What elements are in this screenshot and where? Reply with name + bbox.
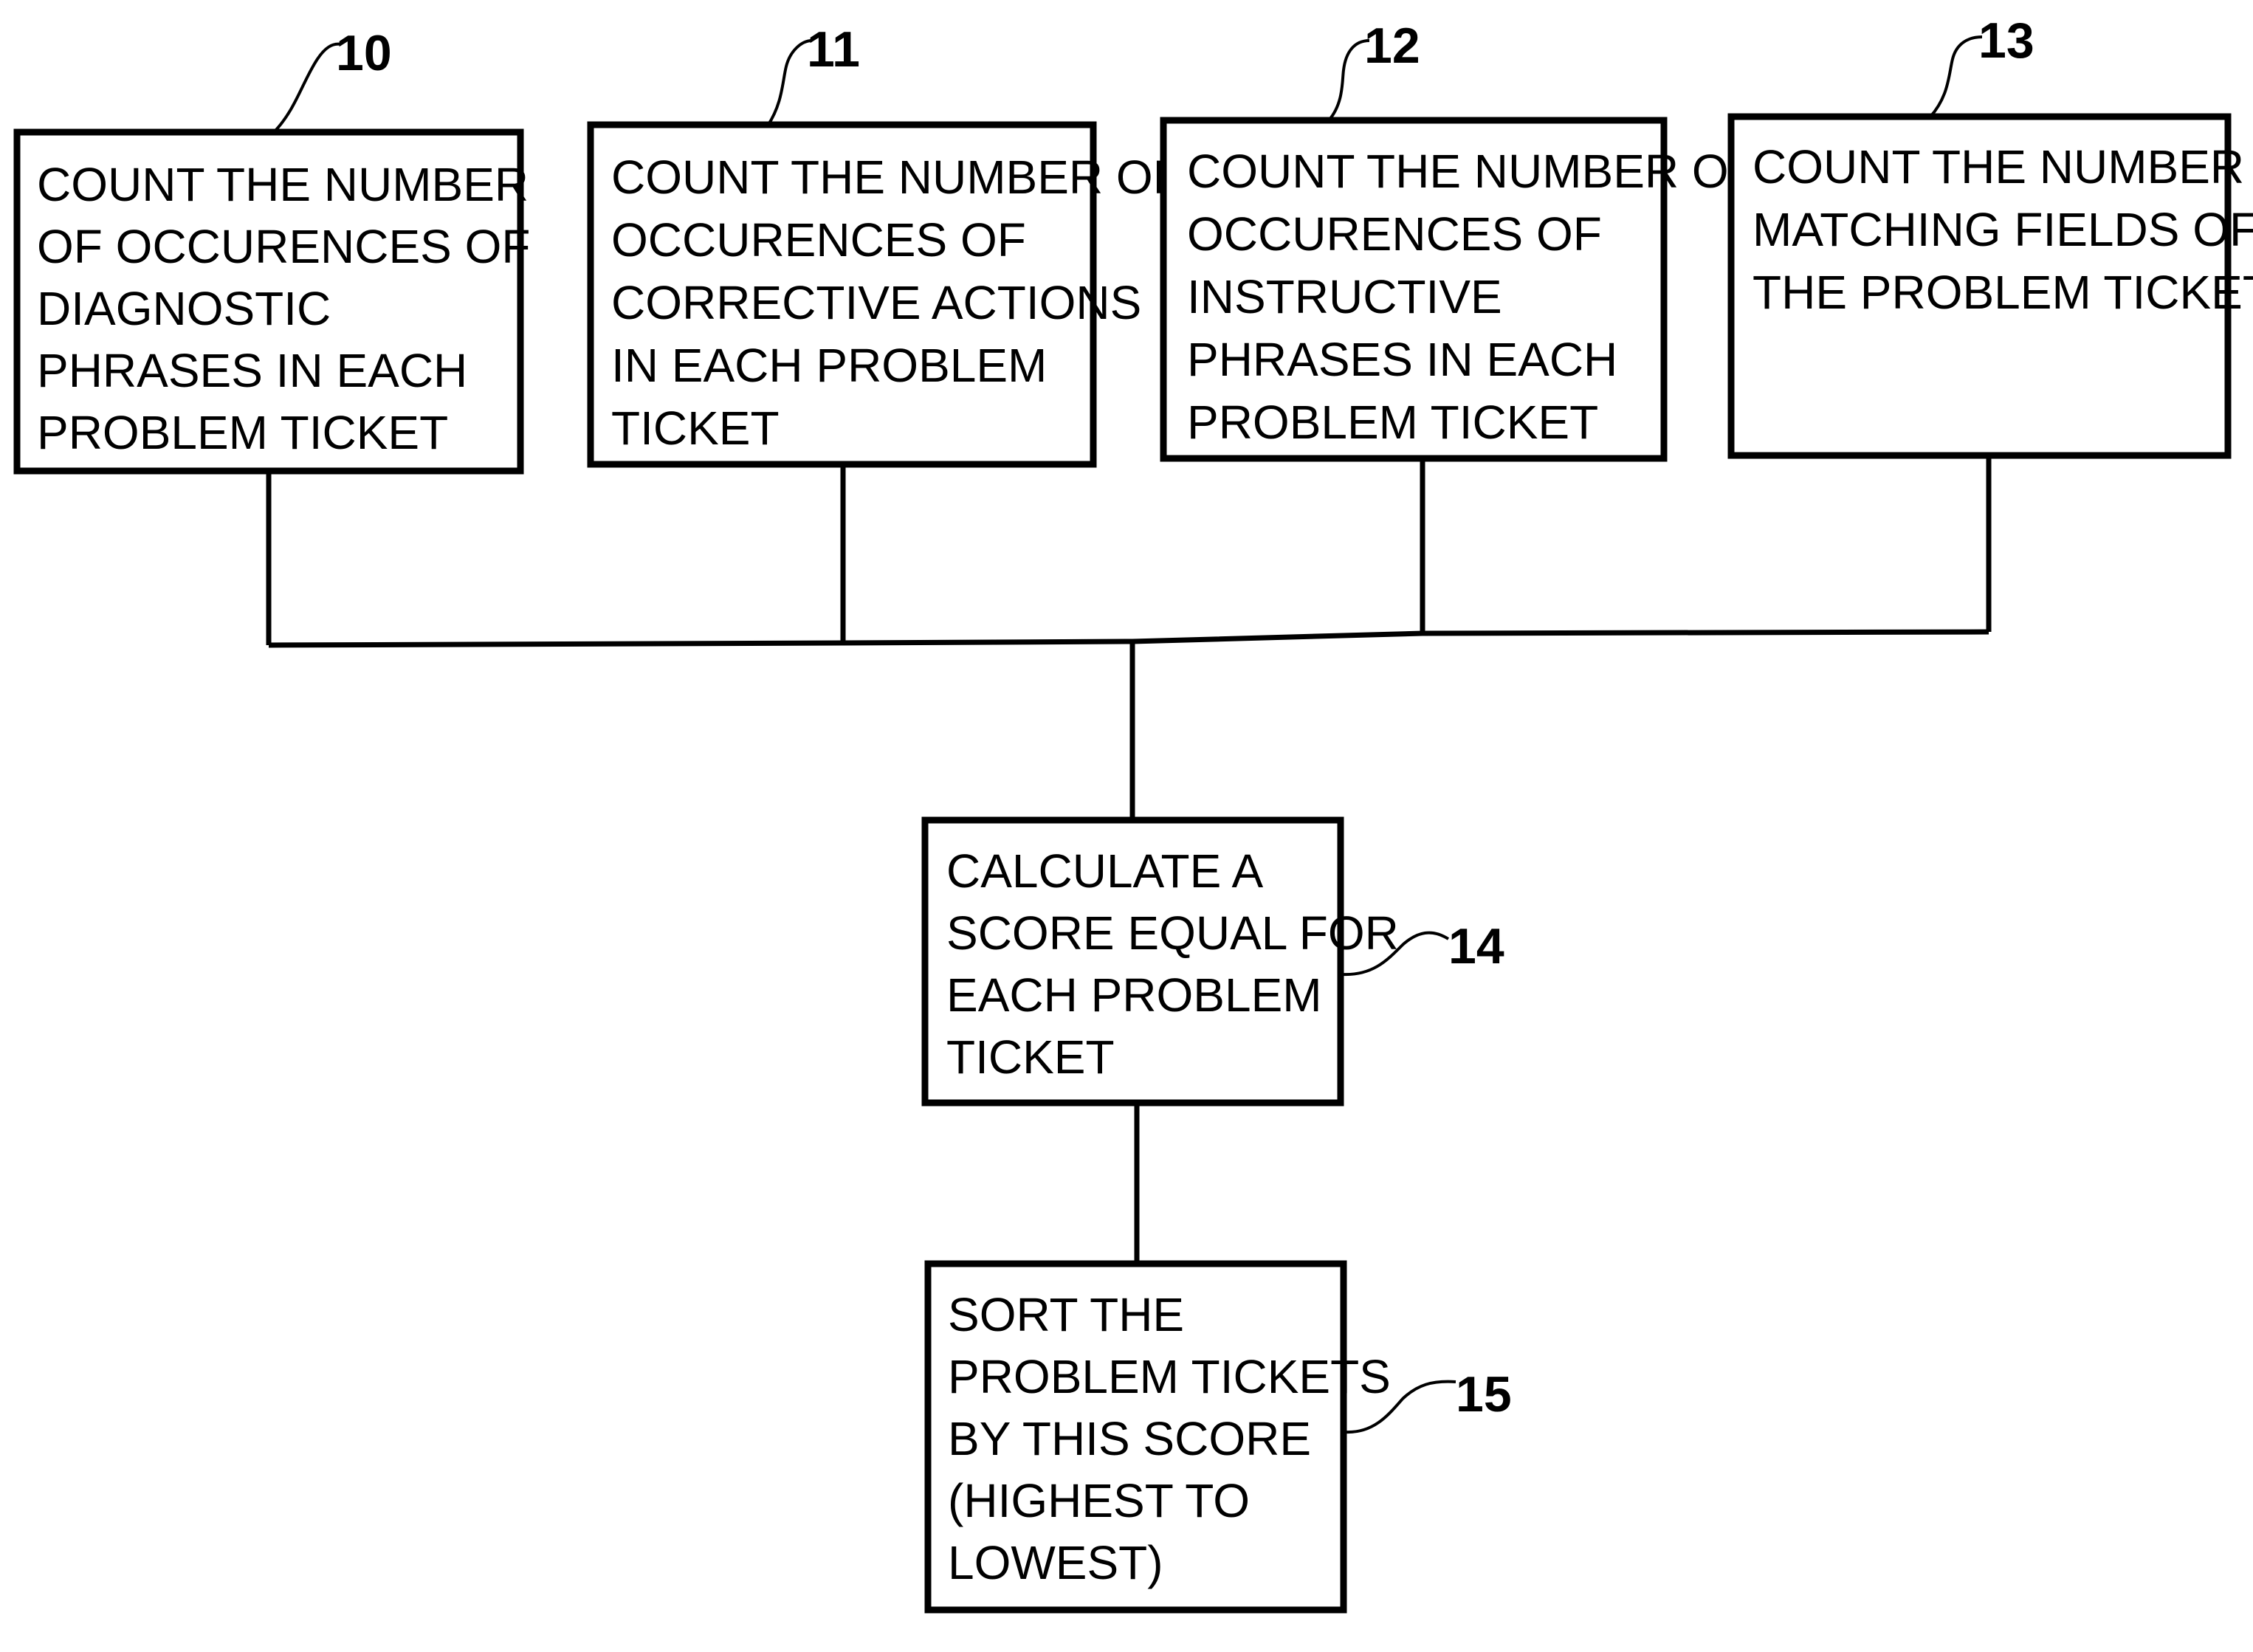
- ref-label-13: 13: [1978, 13, 2034, 69]
- process-box-14: CALCULATE A SCORE EQUAL FOR EACH PROBLEM…: [921, 816, 1399, 1107]
- box-12-line: COUNT THE NUMBER OF: [1187, 145, 1758, 198]
- ref-label-11: 11: [807, 21, 860, 78]
- process-box-11: COUNT THE NUMBER OF OCCURENCES OF CORREC…: [587, 121, 1182, 468]
- box-13-line: THE PROBLEM TICKET: [1752, 266, 2253, 319]
- box-10-line: COUNT THE NUMBER: [37, 158, 529, 211]
- box-11-line: CORRECTIVE ACTIONS: [611, 276, 1141, 329]
- leader-13: [1929, 35, 1983, 118]
- box-15-line: SORT THE: [948, 1288, 1184, 1341]
- box-15-line: LOWEST): [948, 1536, 1163, 1589]
- box-12-line: OCCURENCES OF: [1187, 207, 1602, 261]
- ref-label-15: 15: [1456, 1366, 1512, 1422]
- flowchart-diagram: COUNT THE NUMBER OF OCCURENCES OF DIAGNO…: [13, 13, 2253, 1614]
- process-box-15: SORT THE PROBLEM TICKETS BY THIS SCORE (…: [924, 1260, 1391, 1614]
- box-11-line: TICKET: [611, 402, 780, 455]
- box-15-line: BY THIS SCORE: [948, 1412, 1311, 1465]
- box-12-text: COUNT THE NUMBER OF OCCURENCES OF INSTRU…: [1187, 145, 1771, 449]
- box-15-line: (HIGHEST TO: [948, 1474, 1250, 1527]
- leader-10: [272, 42, 342, 134]
- box-15-line: PROBLEM TICKETS: [948, 1350, 1391, 1403]
- leader-12: [1327, 39, 1370, 122]
- box-14-line: SCORE EQUAL FOR: [946, 906, 1399, 960]
- box-11-line: COUNT THE NUMBER OF: [611, 151, 1182, 204]
- box-11-line: IN EACH PROBLEM: [611, 339, 1047, 392]
- box-14-line: CALCULATE A: [946, 844, 1264, 898]
- box-10-line: PROBLEM TICKET: [37, 406, 448, 459]
- ref-label-10: 10: [336, 25, 392, 81]
- ref-label-12: 12: [1364, 18, 1420, 74]
- box-10-line: OF OCCURENCES OF: [37, 220, 530, 273]
- leader-11: [766, 39, 813, 127]
- box-10-line: PHRASES IN EACH: [37, 344, 467, 397]
- process-box-13: COUNT THE NUMBER OF MATCHING FIELDS OF T…: [1727, 113, 2253, 459]
- box-10-line: DIAGNOSTIC: [37, 282, 331, 335]
- box-14-line: EACH PROBLEM: [946, 968, 1322, 1022]
- box-12-line: PHRASES IN EACH: [1187, 333, 1617, 386]
- connector-bus: [268, 629, 1989, 648]
- ref-label-14: 14: [1448, 918, 1504, 974]
- box-13-line: COUNT THE NUMBER OF: [1752, 140, 2253, 193]
- box-13-text: COUNT THE NUMBER OF MATCHING FIELDS OF T…: [1752, 140, 2253, 319]
- box-13-line: MATCHING FIELDS OF: [1752, 203, 2253, 256]
- box-11-line: OCCURENCES OF: [611, 213, 1026, 266]
- process-box-10: COUNT THE NUMBER OF OCCURENCES OF DIAGNO…: [13, 128, 530, 475]
- box-12-line: INSTRUCTIVE: [1187, 270, 1502, 323]
- box-14-line: TICKET: [946, 1030, 1115, 1084]
- process-box-12: COUNT THE NUMBER OF OCCURENCES OF INSTRU…: [1160, 117, 1771, 462]
- box-12-line: PROBLEM TICKET: [1187, 396, 1598, 449]
